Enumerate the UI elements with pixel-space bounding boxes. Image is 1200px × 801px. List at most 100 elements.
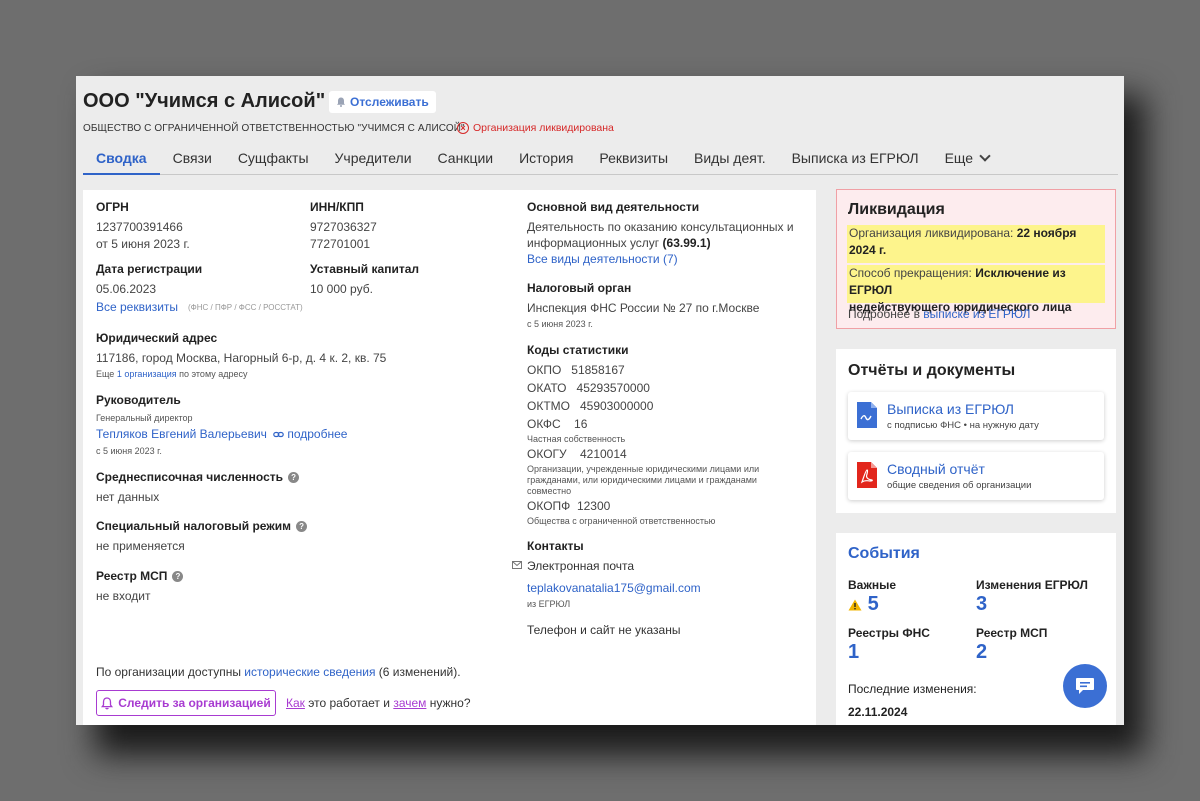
address-value: 117186, город Москва, Нагорный 6-р, д. 4… — [96, 351, 387, 365]
tab-requisites[interactable]: Реквизиты — [586, 142, 681, 175]
liquidation-method-highlight: Способ прекращения: Исключение из ЕГРЮЛ … — [847, 265, 1105, 314]
follow-organization-button[interactable]: Следить за организацией — [96, 690, 276, 716]
tab-summary[interactable]: Сводка — [83, 142, 160, 175]
staff-value: нет данных — [96, 490, 160, 504]
capital-value: 10 000 руб. — [310, 282, 373, 296]
page-title: ООО "Учимся с Алисой" — [83, 90, 326, 112]
liquidation-more: Подробнее в выписке из ЕГРЮЛ — [848, 307, 1030, 321]
liquidation-method-label: Способ прекращения: — [849, 266, 972, 280]
capital-label: Уставный капитал — [310, 262, 419, 276]
tab-sanctions[interactable]: Санкции — [425, 142, 507, 175]
history-link[interactable]: исторические сведения — [244, 665, 375, 679]
important-value: 5 — [867, 593, 879, 615]
liquidation-card: Ликвидация Организация ликвидирована: 22… — [836, 189, 1116, 329]
fns-registers-value[interactable]: 1 — [848, 641, 859, 664]
browser-screenshot: ООО "Учимся с Алисой" Отслеживать ОБЩЕСТ… — [76, 76, 1124, 725]
okogu-note-3: совместно — [527, 486, 572, 496]
liquidation-date-highlight: Организация ликвидирована: 22 ноября 202… — [847, 225, 1105, 263]
important-count[interactable]: 5 — [848, 593, 879, 616]
email-label: Электронная почта — [527, 559, 635, 573]
msp-label-text: Реестр МСП — [96, 569, 168, 583]
fns-registers-label: Реестры ФНС — [848, 626, 930, 640]
org-header: ООО "Учимся с Алисой" Отслеживать ОБЩЕСТ… — [76, 76, 1124, 186]
tab-facts[interactable]: Сущфакты — [225, 142, 322, 175]
liquidation-title: Ликвидация — [848, 201, 945, 218]
all-requisites-link[interactable]: Все реквизиты — [96, 300, 178, 314]
head-role: Генеральный директор — [96, 413, 193, 423]
phone-site-note: Телефон и сайт не указаны — [527, 623, 681, 637]
tab-founders[interactable]: Учредители — [322, 142, 425, 175]
egrul-extract-link[interactable]: выписке из ЕГРЮЛ — [923, 307, 1030, 321]
stat-codes-label: Коды статистики — [527, 343, 629, 357]
tax-org-date: с 5 июня 2023 г. — [527, 319, 593, 329]
last-changes-label: Последние изменения: — [848, 682, 977, 696]
email-source: из ЕГРЮЛ — [527, 599, 571, 609]
head-more-label: подробнее — [287, 427, 348, 441]
ogrn-date: от 5 июня 2023 г. — [96, 237, 190, 251]
okogu-note-2: гражданами, или юридическими лицами и гр… — [527, 475, 757, 485]
egrul-extract-doc-subtitle: с подписью ФНС • на нужную дату — [887, 420, 1039, 431]
egrul-changes-value[interactable]: 3 — [976, 593, 987, 616]
last-changes-date: 22.11.2024 — [848, 705, 908, 719]
summary-report-doc[interactable]: Сводный отчёт общие сведения об организа… — [848, 452, 1104, 500]
msp-label: Реестр МСП? — [96, 569, 184, 583]
liquidation-method-line-1: Способ прекращения: Исключение из ЕГРЮЛ — [849, 265, 1103, 299]
tab-history[interactable]: История — [506, 142, 586, 175]
tab-activities[interactable]: Виды деят. — [681, 142, 779, 175]
head-more-link[interactable]: подробнее — [273, 427, 347, 441]
liquidation-date-line-1: Организация ликвидирована: 22 ноября — [849, 225, 1103, 242]
tab-egrul-extract[interactable]: Выписка из ЕГРЮЛ — [779, 142, 932, 175]
okfs-note: Частная собственность — [527, 434, 626, 444]
reg-date-label: Дата регистрации — [96, 262, 203, 276]
tab-more[interactable]: Еще — [932, 142, 1003, 175]
address-note: Еще 1 организация по этому адресу — [96, 369, 248, 379]
documents-card: Отчёты и документы Выписка из ЕГРЮЛ с по… — [836, 349, 1116, 513]
history-post: (6 изменений). — [378, 665, 461, 679]
why-post: нужно? — [429, 696, 471, 710]
liquidation-date-value-2: 2024 г. — [849, 243, 887, 257]
activity-line-2: информационных услуг (63.99.1) — [527, 236, 711, 250]
status-badge: × Организация ликвидирована — [457, 122, 614, 134]
egrul-changes-label: Изменения ЕГРЮЛ — [976, 578, 1088, 592]
tax-regime-label-text: Специальный налоговый режим — [96, 519, 292, 533]
track-button[interactable]: Отслеживать — [329, 91, 436, 113]
help-icon[interactable]: ? — [296, 521, 308, 533]
head-name-link[interactable]: Тепляков Евгений Валерьевич — [96, 427, 267, 441]
help-icon[interactable]: ? — [172, 571, 184, 583]
msp-value: не входит — [96, 589, 151, 603]
reg-date-value: 05.06.2023 — [96, 282, 157, 296]
chevron-down-icon — [979, 150, 991, 162]
tab-more-label: Еще — [944, 150, 974, 166]
activity-line-2-text: информационных услуг — [527, 236, 660, 250]
summary-report-doc-subtitle: общие сведения об организации — [887, 480, 1032, 491]
why-link[interactable]: зачем — [393, 696, 426, 710]
bell-icon — [337, 97, 345, 107]
events-title[interactable]: События — [848, 545, 920, 563]
chat-button[interactable] — [1063, 664, 1107, 708]
okato-code: ОКАТО 45293570000 — [527, 381, 650, 395]
okogu-note-1: Организации, учрежденные юридическими ли… — [527, 464, 760, 474]
important-label: Важные — [848, 578, 897, 592]
all-activities-link[interactable]: Все виды деятельности (7) — [527, 252, 678, 266]
org-full-name: ОБЩЕСТВО С ОГРАНИЧЕННОЙ ОТВЕТСТВЕННОСТЬЮ… — [83, 123, 465, 134]
liquidation-more-pre: Подробнее в — [848, 307, 920, 321]
egrul-extract-doc[interactable]: Выписка из ЕГРЮЛ с подписью ФНС • на нуж… — [848, 392, 1104, 440]
history-note: По организации доступны исторические све… — [96, 665, 461, 679]
inn-value: 9727036327 — [310, 220, 377, 234]
tax-regime-label: Специальный налоговый режим? — [96, 519, 308, 533]
same-address-link[interactable]: 1 организация — [117, 369, 177, 379]
help-icon[interactable]: ? — [288, 472, 300, 484]
tab-bar: Сводка Связи Сущфакты Учредители Санкции… — [83, 142, 1118, 175]
email-link[interactable]: teplakovanatalia175@gmail.com — [527, 581, 701, 595]
documents-title: Отчёты и документы — [848, 362, 1016, 379]
address-note-pre: Еще — [96, 369, 115, 379]
okpo-code: ОКПО 51858167 — [527, 363, 625, 377]
msp-register-value[interactable]: 2 — [976, 641, 987, 664]
contacts-label: Контакты — [527, 539, 584, 553]
tab-links[interactable]: Связи — [160, 142, 225, 175]
close-circle-icon: × — [457, 122, 469, 134]
address-label: Юридический адрес — [96, 331, 218, 345]
how-link[interactable]: Как — [286, 696, 305, 710]
kpp-value: 772701001 — [310, 237, 371, 251]
oktmo-code: ОКТМО 45903000000 — [527, 399, 654, 413]
